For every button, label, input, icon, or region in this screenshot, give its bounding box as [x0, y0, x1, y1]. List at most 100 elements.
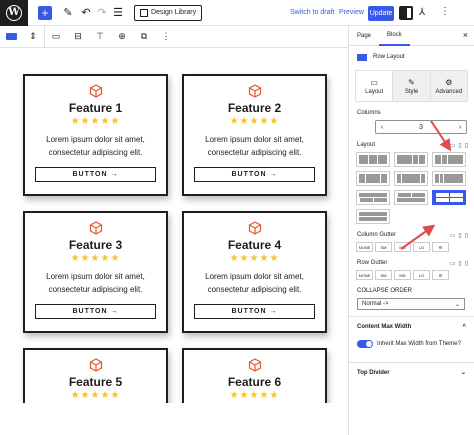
layout-left-golden[interactable] [394, 152, 428, 167]
layout-center-exwide[interactable] [394, 171, 428, 186]
feature-card[interactable]: Feature 2 ★★★★★ Lorem ipsum dolor sit am… [182, 74, 327, 196]
row-gutter-options: NONE SM MD LG ⚙ [356, 270, 474, 280]
tab-style-label: Style [404, 88, 419, 95]
more-icon[interactable]: ⋮ [155, 26, 177, 48]
feature-card[interactable]: Feature 5 ★★★★★ [23, 348, 168, 403]
wordpress-logo-icon[interactable]: W [0, 0, 28, 26]
chevron-updown-icon[interactable]: ⇕ [22, 26, 44, 48]
mobile-icon: ▯ [464, 261, 468, 267]
star-rating: ★★★★★ [229, 116, 280, 127]
layout-options [356, 152, 466, 224]
feature-card[interactable]: Feature 6 ★★★★★ [182, 348, 327, 403]
card-text: Lorem ipsum dolor sit amet, consectetur … [205, 272, 304, 294]
block-name: Row Layout [373, 54, 405, 60]
columns-value: 3 [419, 123, 423, 131]
row-gutter-md-button[interactable]: MD [394, 270, 411, 280]
inherit-max-width-toggle[interactable] [357, 340, 373, 348]
star-rating: ★★★★★ [70, 116, 121, 127]
tab-page[interactable]: Page [349, 26, 379, 46]
settings-toggle-icon[interactable] [399, 6, 413, 20]
tab-block[interactable]: Block [379, 26, 410, 46]
advanced-icon: ⚙ [445, 77, 453, 87]
layout-equal[interactable] [356, 152, 390, 167]
tab-advanced[interactable]: ⚙ Advanced [430, 71, 467, 101]
collapse-order-select[interactable]: Normal -> ⌄ [357, 298, 465, 310]
star-rating: ★★★★★ [229, 253, 280, 264]
card-button[interactable]: BUTTON → [35, 167, 156, 182]
design-library-button[interactable]: Design Library [134, 4, 203, 21]
library-icon [140, 8, 148, 17]
add-block-button[interactable]: + [38, 5, 52, 20]
mobile-icon: ▯ [464, 233, 468, 239]
card-button[interactable]: BUTTON → [35, 304, 156, 319]
edit-icon[interactable]: ✎ [58, 0, 78, 26]
close-icon[interactable]: × [463, 30, 468, 40]
tablet-icon: ▯ [458, 261, 462, 267]
star-rating: ★★★★★ [229, 390, 280, 401]
tab-layout[interactable]: ▭ Layout [356, 71, 394, 101]
list-view-icon[interactable]: ☰ [110, 0, 126, 26]
row-gutter-sm-button[interactable]: SM [375, 270, 392, 280]
card-button[interactable]: BUTTON → [194, 167, 315, 182]
decrement-icon[interactable]: ‹ [376, 124, 388, 131]
feature-card[interactable]: Feature 3 ★★★★★ Lorem ipsum dolor sit am… [23, 211, 168, 333]
content-max-width-panel-header[interactable]: Content Max Width ^ [349, 316, 474, 336]
cube-icon [248, 221, 261, 235]
top-divider-panel-header[interactable]: Top Divider ⌄ [349, 362, 474, 382]
tab-layout-label: Layout [365, 88, 384, 95]
editor-canvas: Feature 1 ★★★★★ Lorem ipsum dolor sit am… [0, 48, 348, 403]
device-toggles[interactable]: ▭ ▯ ▯ [450, 142, 468, 149]
tab-style[interactable]: ✎ Style [393, 71, 431, 101]
layout-collapse-row[interactable] [356, 209, 390, 224]
align-icon[interactable]: ▭ [45, 26, 67, 48]
copy-icon[interactable]: ⧉ [133, 26, 155, 48]
row-layout-icon[interactable] [0, 26, 22, 48]
feature-card[interactable]: Feature 4 ★★★★★ Lorem ipsum dolor sit am… [182, 211, 327, 333]
layout-grid-two[interactable] [432, 190, 466, 205]
chevron-down-icon: ⌄ [460, 370, 466, 376]
switch-to-draft-link[interactable]: Switch to draft [290, 0, 334, 26]
layout-first-row[interactable] [356, 190, 390, 205]
redo-icon[interactable]: ↷ [94, 0, 110, 26]
tab-advanced-label: Advanced [435, 88, 463, 95]
options-menu-icon[interactable]: ⋮ [440, 6, 450, 17]
card-button[interactable]: BUTTON → [194, 304, 315, 319]
layout-last-row[interactable] [394, 190, 428, 205]
card-title: Feature 4 [227, 238, 282, 252]
gutter-custom-icon[interactable]: ⚙ [432, 242, 449, 252]
cube-icon [248, 358, 261, 372]
sidebar-tabs: Page Block × [349, 26, 474, 46]
feature-card[interactable]: Feature 1 ★★★★★ Lorem ipsum dolor sit am… [23, 74, 168, 196]
columns-stepper[interactable]: ‹ 3 › [375, 120, 467, 134]
row-gutter-device-toggles[interactable]: ▭ ▯ ▯ [450, 260, 468, 267]
card-title: Feature 6 [227, 375, 282, 389]
tablet-icon: ▯ [458, 233, 462, 239]
kadence-icon[interactable]: ⅄ [419, 7, 425, 18]
gutter-sm-button[interactable]: SM [375, 242, 392, 252]
row-gutter-none-button[interactable]: NONE [356, 270, 373, 280]
columns-label: Columns [357, 110, 381, 116]
card-title: Feature 5 [68, 375, 123, 389]
preview-link[interactable]: Preview [339, 0, 364, 26]
star-rating: ★★★★★ [70, 253, 121, 264]
increment-icon[interactable]: › [454, 124, 466, 131]
column-gutter-device-toggles[interactable]: ▭ ▯ ▯ [450, 232, 468, 239]
row-gutter-custom-icon[interactable]: ⚙ [432, 270, 449, 280]
kadence-tabs: ▭ Layout ✎ Style ⚙ Advanced [355, 70, 468, 102]
gutter-md-button[interactable]: MD [394, 242, 411, 252]
row-gutter-lg-button[interactable]: LG [413, 270, 430, 280]
layout-side-wide[interactable] [432, 171, 466, 186]
gutter-none-button[interactable]: NONE [356, 242, 373, 252]
undo-icon[interactable]: ↶ [78, 0, 94, 26]
gutter-lg-button[interactable]: LG [413, 242, 430, 252]
layout-right-golden[interactable] [432, 152, 466, 167]
align-wide-icon[interactable]: ⊟ [67, 26, 89, 48]
block-card: Row Layout [349, 46, 474, 68]
update-button[interactable]: Update [368, 6, 394, 21]
pin-icon[interactable]: ⊤ [89, 26, 111, 48]
plus-circle-icon[interactable]: ⊕ [111, 26, 133, 48]
chevron-up-icon: ^ [462, 323, 466, 330]
layout-center-wide[interactable] [356, 171, 390, 186]
inherit-max-width-toggle-row[interactable]: Inherit Max Width from Theme? [357, 340, 474, 348]
cube-icon [89, 84, 102, 98]
